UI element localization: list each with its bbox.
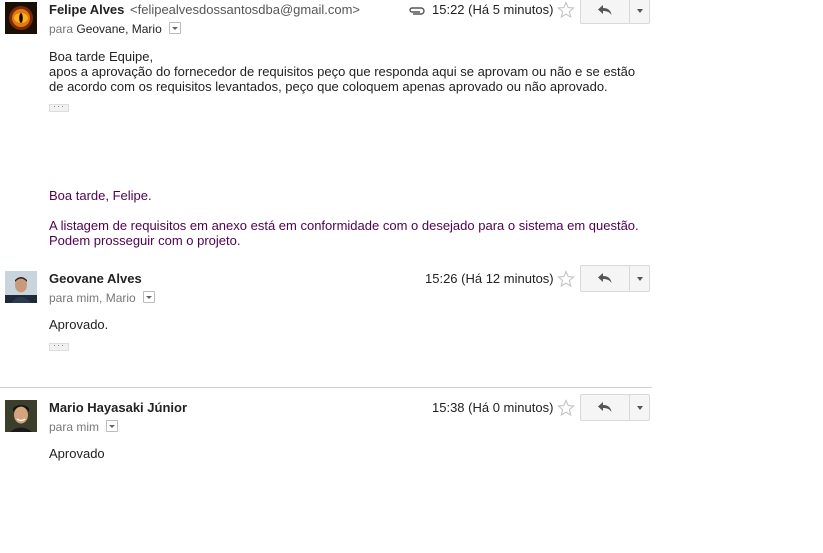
recipient-details-caret-icon[interactable] bbox=[143, 291, 156, 303]
reply-arrow-icon bbox=[598, 5, 612, 15]
message-time[interactable]: 15:22 (Há 5 minutos) bbox=[432, 2, 553, 17]
reply-button[interactable] bbox=[581, 0, 629, 23]
more-options-button[interactable] bbox=[629, 266, 650, 291]
message-time[interactable]: 15:38 (Há 0 minutos) bbox=[432, 400, 553, 415]
recipients-list: mim, Mario bbox=[76, 291, 136, 305]
reply-arrow-icon bbox=[598, 273, 612, 283]
body-line: Aprovado. bbox=[49, 317, 109, 332]
message-time[interactable]: 15:26 (Há 12 minutos) bbox=[425, 271, 554, 286]
star-icon[interactable] bbox=[557, 1, 575, 19]
quoted-line: Podem prosseguir com o projeto. bbox=[49, 233, 241, 248]
recipients-prefix: para bbox=[49, 420, 74, 434]
recipients-prefix: para bbox=[49, 291, 74, 305]
sender: Geovane Alves bbox=[49, 271, 142, 286]
quoted-line: Boa tarde, Felipe. bbox=[49, 188, 152, 203]
star-icon[interactable] bbox=[557, 399, 575, 417]
avatar[interactable] bbox=[5, 400, 37, 432]
sender-email: <felipealvesdossantosdba@gmail.com> bbox=[130, 2, 361, 17]
recipients-prefix: para bbox=[49, 22, 74, 36]
sender-name[interactable]: Felipe Alves bbox=[49, 2, 124, 17]
recipients: para Geovane, Mario bbox=[49, 22, 182, 36]
recipients-list: Geovane, Mario bbox=[76, 22, 162, 36]
sender: Felipe Alves <felipealvesdossantosdba@gm… bbox=[49, 2, 360, 17]
paperclip-icon bbox=[407, 4, 425, 22]
avatar[interactable] bbox=[5, 271, 37, 303]
recipients-list: mim bbox=[76, 420, 100, 434]
reply-button[interactable] bbox=[581, 266, 629, 291]
recipients: para mim, Mario bbox=[49, 291, 156, 305]
message-body: Boa tarde Equipe, apos a aprovação do fo… bbox=[49, 49, 635, 94]
message-body: Aprovado bbox=[49, 446, 105, 461]
show-trimmed-content-button[interactable]: ··· bbox=[49, 341, 69, 351]
star-icon[interactable] bbox=[557, 270, 575, 288]
body-line: Boa tarde Equipe, bbox=[49, 49, 154, 64]
reply-button-group bbox=[580, 394, 650, 421]
sender: Mario Hayasaki Júnior bbox=[49, 400, 187, 415]
reply-button-group bbox=[580, 0, 650, 24]
reply-button[interactable] bbox=[581, 395, 629, 420]
body-line: de acordo com os requisitos levantados, … bbox=[49, 79, 608, 94]
message-divider bbox=[0, 387, 652, 388]
body-line: Aprovado bbox=[49, 446, 105, 461]
reply-button-group bbox=[580, 265, 650, 292]
recipient-details-caret-icon[interactable] bbox=[169, 22, 182, 34]
sender-name[interactable]: Mario Hayasaki Júnior bbox=[49, 400, 187, 415]
body-line: apos a aprovação do fornecedor de requis… bbox=[49, 64, 636, 79]
recipient-details-caret-icon[interactable] bbox=[106, 420, 119, 432]
show-trimmed-content-button[interactable]: ··· bbox=[49, 102, 69, 112]
recipients: para mim bbox=[49, 420, 119, 434]
sender-name[interactable]: Geovane Alves bbox=[49, 271, 142, 286]
quoted-line: A listagem de requisitos em anexo está e… bbox=[49, 218, 639, 233]
message-body: Aprovado. bbox=[49, 317, 108, 332]
reply-arrow-icon bbox=[598, 402, 612, 412]
more-options-button[interactable] bbox=[629, 395, 650, 420]
avatar[interactable] bbox=[5, 2, 37, 34]
quoted-text: Boa tarde, Felipe. A listagem de requisi… bbox=[49, 188, 639, 248]
more-options-button[interactable] bbox=[629, 0, 650, 23]
